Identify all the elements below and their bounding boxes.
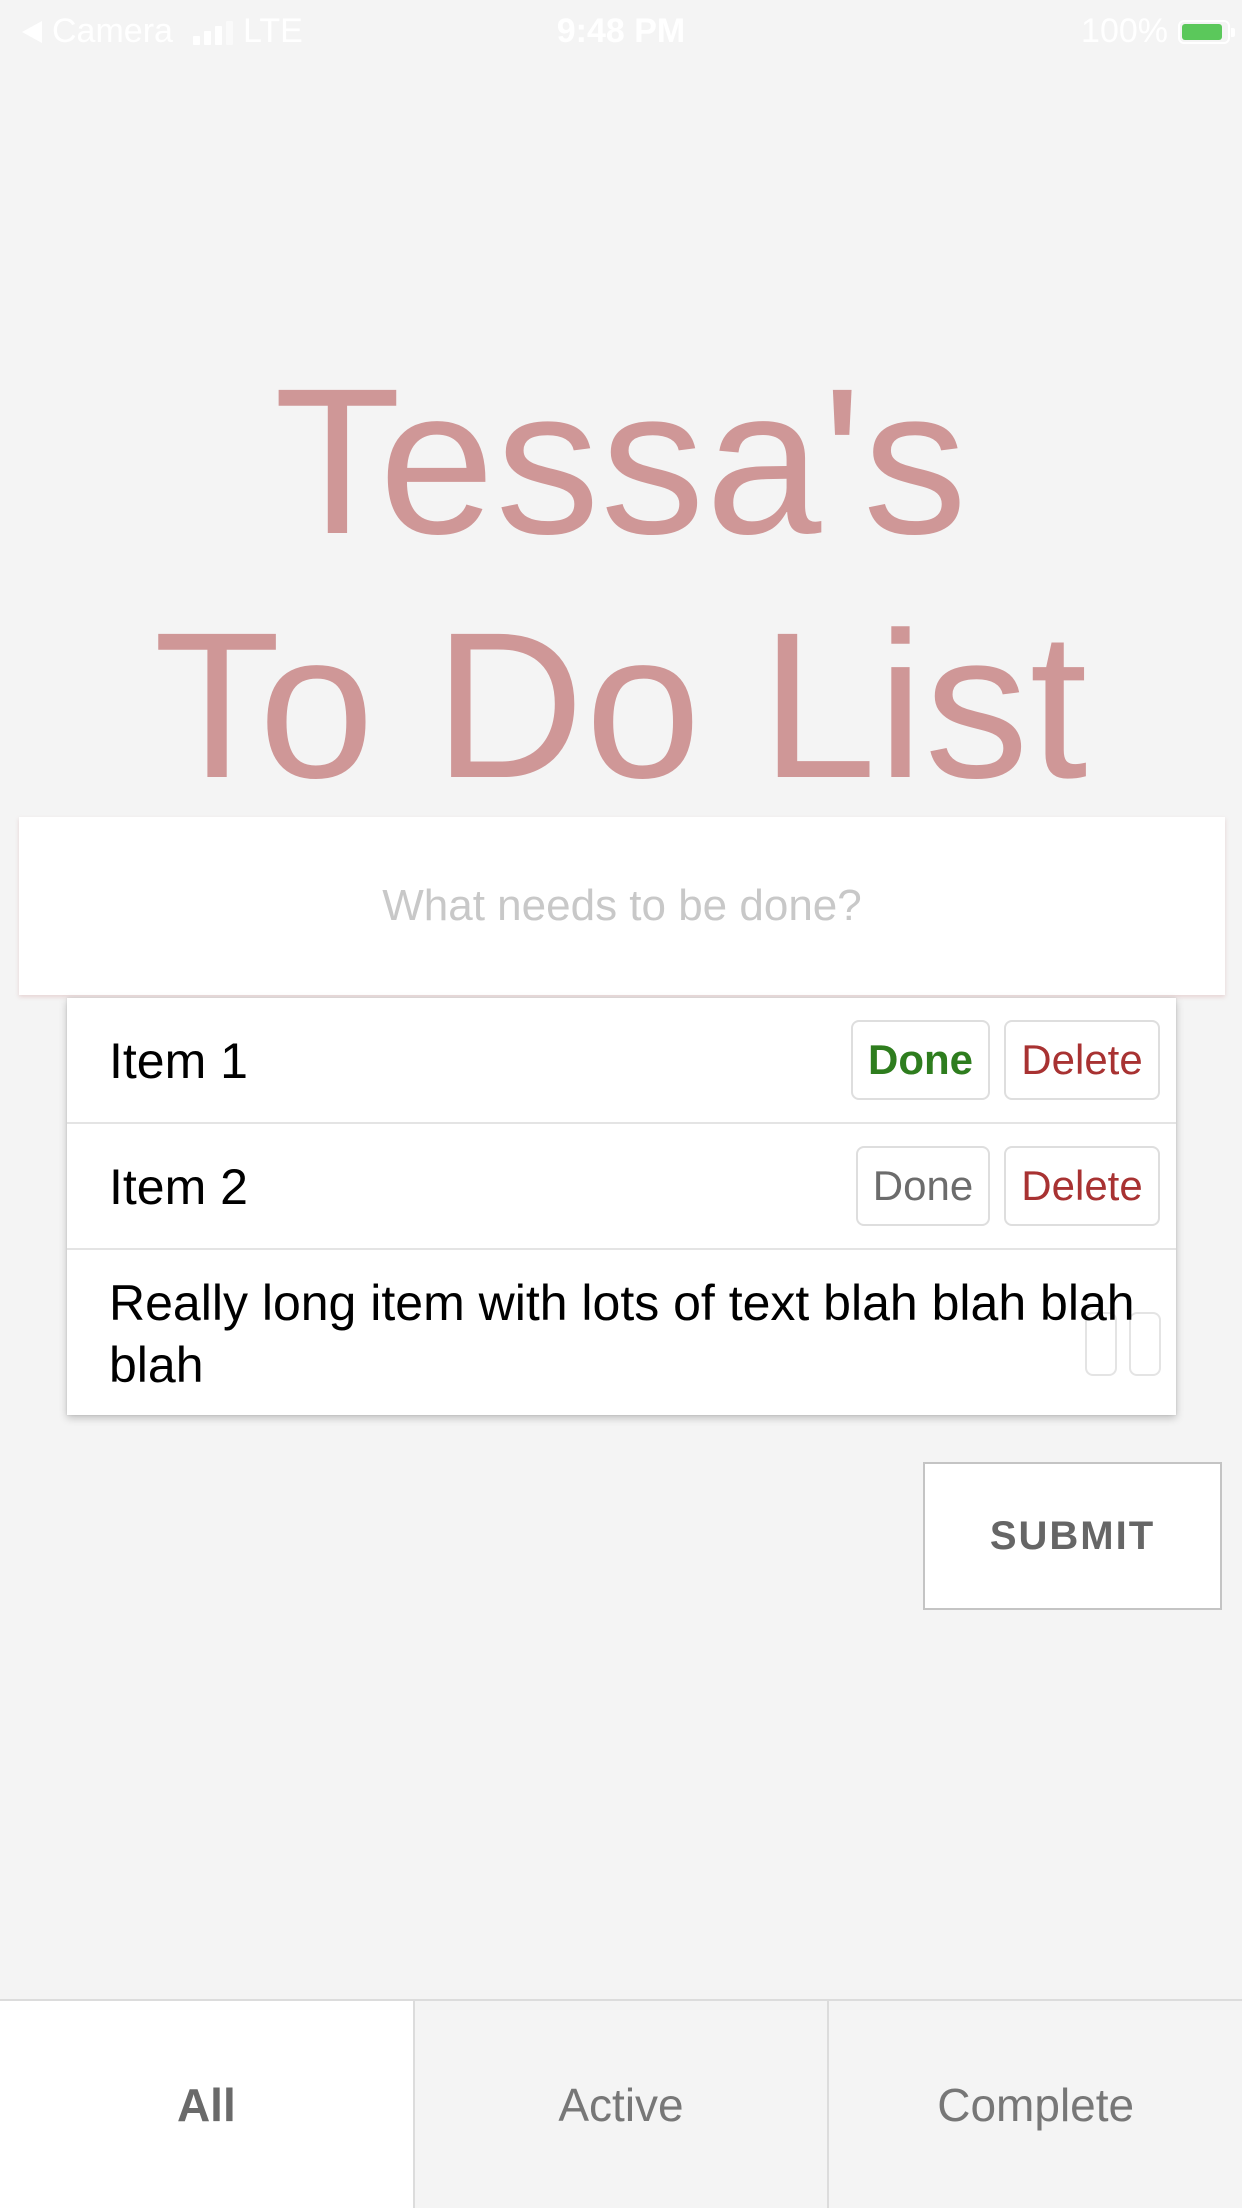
status-right: 100% [1081, 12, 1235, 51]
new-todo-input[interactable] [19, 817, 1225, 995]
todo-list: Item 1 Done Delete Item 2 Done Delete Re… [67, 998, 1176, 1415]
tab-active[interactable]: Active [414, 2001, 830, 2208]
todo-item: Really long item with lots of text blah … [67, 1250, 1176, 1415]
todo-item-text: Item 2 [109, 1159, 248, 1215]
title-line-2: To Do List [153, 590, 1089, 822]
status-bar: Camera LTE 9:48 PM 100% [0, 0, 1242, 62]
todo-item: Item 2 Done Delete [67, 1124, 1176, 1250]
done-button[interactable]: Done [851, 1020, 990, 1100]
todo-item-text: Really long item with lots of text blah … [109, 1275, 1135, 1393]
battery-fill [1182, 23, 1222, 40]
battery-percent: 100% [1081, 12, 1168, 50]
page-title: Tessa's To Do List [0, 340, 1242, 828]
submit-button[interactable]: SUBMIT [923, 1462, 1222, 1610]
tab-all[interactable]: All [0, 2001, 415, 2208]
title-line-1: Tessa's [273, 346, 969, 578]
done-button[interactable]: Done [856, 1146, 990, 1226]
todo-item-text: Item 1 [109, 1033, 248, 1089]
delete-button[interactable]: Delete [1004, 1020, 1160, 1100]
status-time: 9:48 PM [556, 12, 686, 50]
battery-icon [1178, 19, 1235, 44]
delete-button[interactable]: Delete [1004, 1146, 1160, 1226]
filter-tab-bar: All Active Complete [0, 1999, 1242, 2208]
todo-item: Item 1 Done Delete [67, 998, 1176, 1124]
tab-complete[interactable]: Complete [829, 2001, 1242, 2208]
